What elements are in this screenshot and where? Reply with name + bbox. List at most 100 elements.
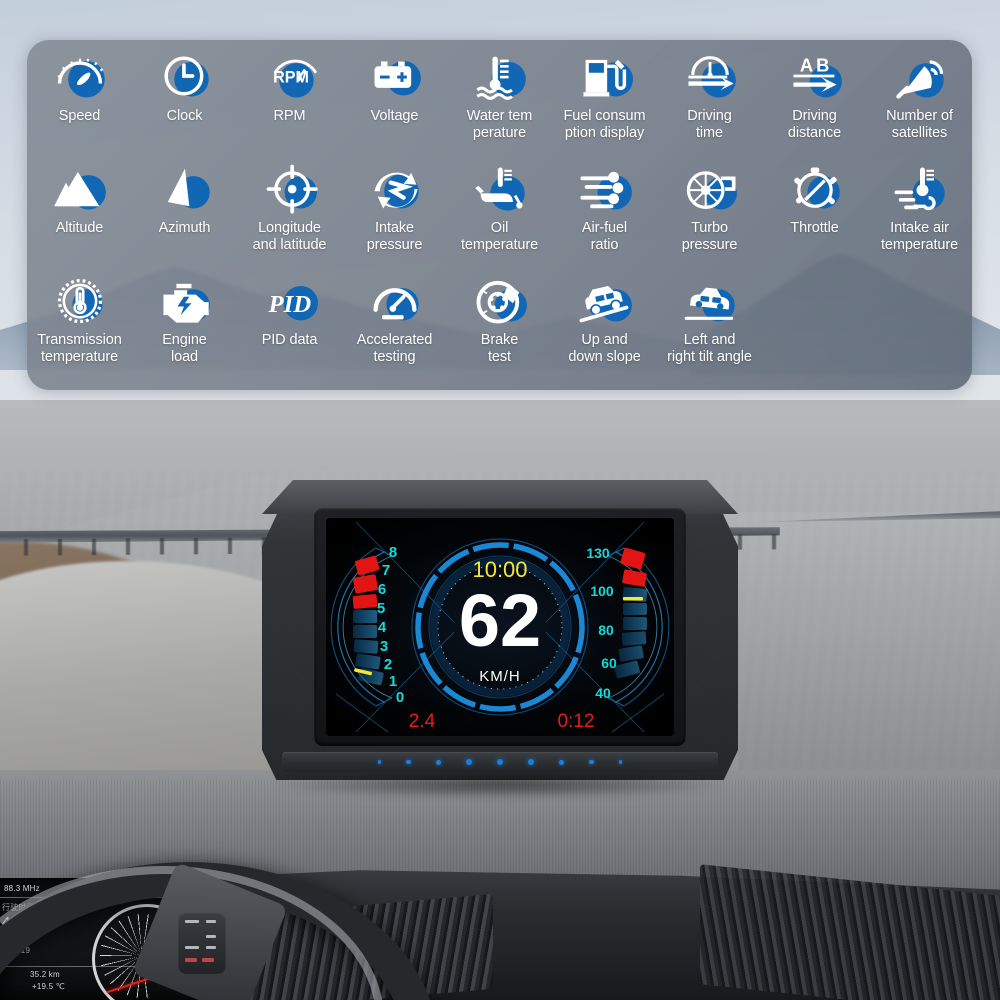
svg-text:RPM: RPM (273, 68, 309, 86)
feature-item-transmission-temperature[interactable]: Transmission temperature (27, 272, 132, 384)
svg-text:40: 40 (595, 685, 611, 701)
feature-row-1: Speed Clock RPM RPM Voltage Water tem pera… (27, 48, 972, 160)
svg-text:B: B (816, 55, 829, 76)
hud-speed-unit: KM/H (479, 668, 521, 685)
feature-item-driving-distance[interactable]: A B Driving distance (762, 48, 867, 160)
feature-item-accelerated-testing[interactable]: Accelerated testing (342, 272, 447, 384)
svg-text:A: A (799, 55, 812, 76)
feature-item-altitude[interactable]: Altitude (27, 160, 132, 272)
feature-item-left-and-right-tilt-angle[interactable]: Left and right tilt angle (657, 272, 762, 384)
clock-icon (157, 48, 213, 104)
rpm-icon: RPM (262, 48, 318, 104)
water-temperature-icon (472, 48, 528, 104)
hud-display-graphics: 8 7 6 5 4 3 2 1 0 130 100 80 60 40 10:00… (326, 518, 674, 736)
feature-item-driving-time[interactable]: Driving time (657, 48, 762, 160)
feature-label: Oil temperature (460, 220, 539, 254)
intake-arrows-icon (367, 160, 423, 216)
feature-item-voltage[interactable]: Voltage (342, 48, 447, 160)
air-flow-icon (577, 160, 633, 216)
feature-item-fuel-consum-ption-display[interactable]: Fuel consum ption display (552, 48, 657, 160)
feature-item-air-fuel-ratio[interactable]: Air-fuel ratio (552, 160, 657, 272)
feature-label: PID data (261, 332, 318, 348)
wheel-button-3 (206, 935, 216, 938)
feature-label: Water tem perature (466, 108, 533, 142)
feature-item-intake-pressure[interactable]: Intake pressure (342, 160, 447, 272)
feature-grid: Speed Clock RPM RPM Voltage Water tem pera… (27, 40, 972, 390)
feature-item-oil-temperature[interactable]: Oil temperature (447, 160, 552, 272)
battery-icon (367, 48, 423, 104)
svg-text:1: 1 (389, 673, 397, 690)
led-dot (589, 759, 594, 765)
feature-item-brake-test[interactable]: Brake test (447, 272, 552, 384)
intake-air-temperature-icon (892, 160, 948, 216)
speedometer-icon (52, 48, 108, 104)
wheel-button-1 (185, 920, 199, 923)
wheel-button-6 (185, 958, 197, 962)
led-dot (559, 759, 565, 765)
feature-item-engine-load[interactable]: Engine load (132, 272, 237, 384)
feature-label: Throttle (790, 220, 839, 236)
feature-item-speed[interactable]: Speed (27, 48, 132, 160)
led-dot (528, 759, 535, 765)
feature-item-throttle[interactable]: Throttle (762, 160, 867, 272)
feature-item-up-and-down-slope[interactable]: Up and down slope (552, 272, 657, 384)
feature-row-2: Altitude Azimuth Longitude and latitude I… (27, 160, 972, 272)
svg-text:100: 100 (590, 583, 614, 599)
hud-device[interactable]: 8 7 6 5 4 3 2 1 0 130 100 80 60 40 10:00… (262, 480, 738, 810)
led-dot (435, 759, 441, 765)
acceleration-gauge-icon (367, 272, 423, 328)
feature-label: Azimuth (158, 220, 211, 236)
svg-text:8: 8 (389, 544, 397, 561)
feature-item-rpm[interactable]: RPM RPM (237, 48, 342, 160)
engine-icon (157, 272, 213, 328)
steering-wheel-buttons (178, 912, 226, 974)
hud-bottom-right-value: 0:12 (558, 711, 595, 732)
feature-label: Air-fuel ratio (581, 220, 628, 254)
wheel-button-7 (202, 958, 214, 962)
wheel-button-5 (206, 946, 216, 949)
wheel-button-4 (185, 946, 199, 949)
feature-label: Driving time (687, 108, 732, 142)
feature-label: Up and down slope (568, 332, 641, 366)
led-dot (377, 760, 382, 764)
svg-text:80: 80 (598, 622, 614, 638)
feature-row-3: Transmission temperature Engine load PID PI… (27, 272, 972, 384)
feature-item-turbo-pressure[interactable]: Turbo pressure (657, 160, 762, 272)
feature-panel: Speed Clock RPM RPM Voltage Water tem pera… (27, 40, 972, 390)
feature-label: Longitude and latitude (252, 220, 327, 254)
feature-label: Speed (58, 108, 101, 124)
feature-label: Transmission temperature (37, 332, 122, 366)
mountain-icon (52, 160, 108, 216)
fuel-pump-icon (577, 48, 633, 104)
feature-item-number-of-satellites[interactable]: Number of satellites (867, 48, 972, 160)
feature-item-longitude-and-latitude[interactable]: Longitude and latitude (237, 160, 342, 272)
turbo-icon (682, 160, 738, 216)
feature-label: Clock (166, 108, 203, 124)
feature-item-water-tem-perature[interactable]: Water tem perature (447, 48, 552, 160)
feature-item-azimuth[interactable]: Azimuth (132, 160, 237, 272)
feature-label: Driving distance (787, 108, 842, 142)
wheel-button-2 (206, 920, 216, 923)
tilt-car-icon (682, 272, 738, 328)
feature-label: Accelerated testing (356, 332, 433, 366)
svg-text:3: 3 (380, 638, 388, 655)
svg-text:130: 130 (586, 545, 610, 561)
feature-label: Number of satellites (886, 108, 953, 142)
a-to-b-distance-icon: A B (787, 48, 843, 104)
device-drop-shadow (272, 772, 728, 798)
slope-car-icon (577, 272, 633, 328)
feature-item-pid-data[interactable]: PID PID data (237, 272, 342, 384)
feature-label: Intake pressure (366, 220, 423, 254)
feature-item-clock[interactable]: Clock (132, 48, 237, 160)
svg-text:0: 0 (396, 689, 404, 706)
feature-label: Turbo pressure (681, 220, 738, 254)
compass-sail-icon (157, 160, 213, 216)
svg-text:6: 6 (378, 581, 386, 598)
feature-label: RPM (273, 108, 306, 124)
svg-text:5: 5 (377, 600, 385, 617)
feature-item-intake-air-temperature[interactable]: Intake air temperature (867, 160, 972, 272)
hud-screen[interactable]: 8 7 6 5 4 3 2 1 0 130 100 80 60 40 10:00… (326, 518, 674, 736)
svg-text:2: 2 (384, 656, 392, 673)
oil-temperature-icon (472, 160, 528, 216)
svg-text:PID: PID (267, 291, 311, 318)
